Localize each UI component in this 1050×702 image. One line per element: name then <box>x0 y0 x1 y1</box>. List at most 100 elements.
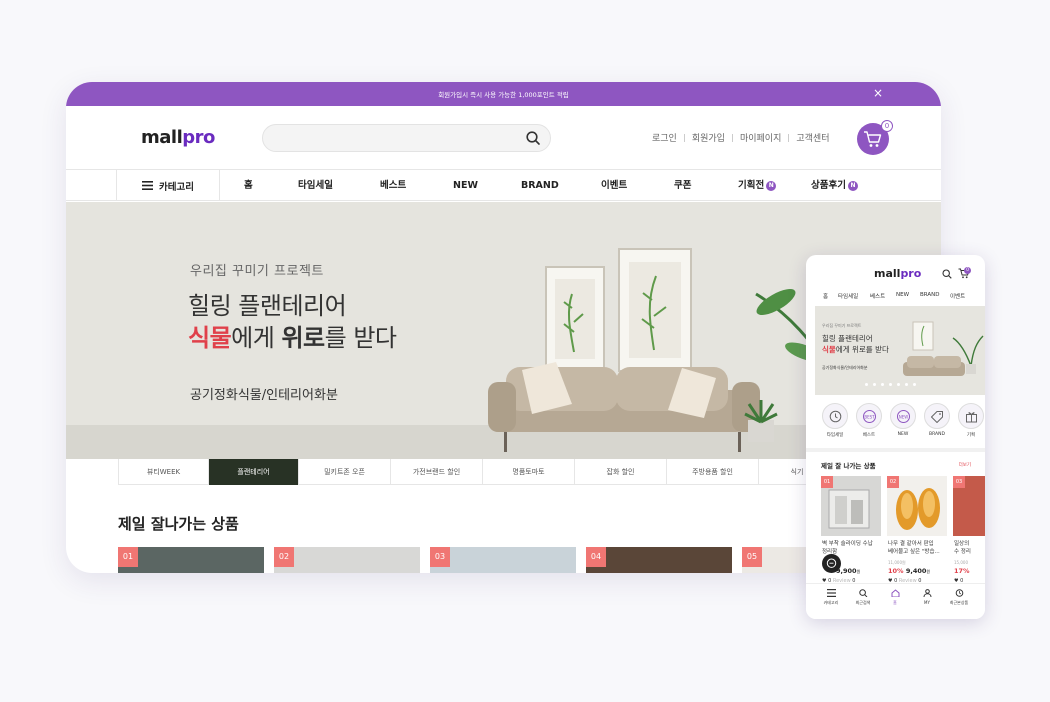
mnav-event[interactable]: 이벤트 <box>950 292 965 300</box>
mobile-product-card[interactable]: 02 <box>887 476 947 536</box>
mnav-timesale[interactable]: 타임세일 <box>838 292 858 300</box>
mypage-link[interactable]: 마이페이지 <box>740 131 781 144</box>
search-icon[interactable] <box>525 130 541 146</box>
bottom-tab-search[interactable]: 최근검색 <box>850 589 876 606</box>
best-icon: BEST <box>863 410 876 423</box>
mobile-product-card[interactable]: 01 <box>821 476 881 536</box>
hero-description: 공기정화식물/인테리어화분 <box>190 388 338 403</box>
svg-text:NEW: NEW <box>899 414 909 419</box>
gift-icon <box>966 412 977 423</box>
mcat-timesale[interactable] <box>822 403 848 429</box>
nav-best[interactable]: 베스트 <box>380 170 406 201</box>
mhero-title-line2: 식물에게 위로를 받다 <box>822 345 889 354</box>
tab-goods-sale[interactable]: 잡화 할인 <box>574 459 666 485</box>
tag-icon <box>931 411 943 423</box>
mnav-best[interactable]: 베스트 <box>870 292 885 300</box>
bottom-tab-recent[interactable]: 최근본상품 <box>946 589 972 606</box>
rank-badge: 01 <box>118 547 138 567</box>
new-badge: N <box>766 181 777 191</box>
category-menu-button[interactable]: 카테고리 <box>116 170 220 201</box>
tab-planterior[interactable]: 플랜테리어 <box>208 459 298 485</box>
rank-badge: 02 <box>274 547 294 567</box>
cart-icon <box>864 131 882 147</box>
nav-home[interactable]: 홈 <box>244 170 253 201</box>
tab-appliance-sale[interactable]: 가전브랜드 할인 <box>390 459 482 485</box>
bottom-tab-my[interactable]: MY <box>914 589 940 605</box>
top-notice-bar: 회원가입시 즉시 사용 가능한 1,000포인트 적립 × <box>66 82 941 106</box>
hero-title-line2: 식물에게 위로를 받다 <box>188 324 397 352</box>
tab-mealkit[interactable]: 밀키트존 오픈 <box>298 459 390 485</box>
rank-badge: 05 <box>742 547 762 567</box>
nav-special[interactable]: 기획전 N <box>738 170 777 201</box>
rank-badge: 04 <box>586 547 606 567</box>
product-card[interactable]: 02 <box>274 547 420 573</box>
mcat-brand[interactable] <box>924 403 950 429</box>
site-header: mallpro 로그인 회원가입 마이페이지 고객센터 0 <box>66 106 941 170</box>
more-link[interactable]: 더보기 <box>959 462 971 468</box>
mcat-label: 기획 <box>966 433 976 438</box>
mobile-bottom-bar: 카테고리 최근검색 홈 MY 최근본상품 <box>806 583 985 619</box>
mcat-label: 베스트 <box>862 433 876 438</box>
cart-button[interactable]: 0 <box>857 120 893 155</box>
mobile-cart-badge: 0 <box>964 267 971 274</box>
mhero-image <box>903 321 984 376</box>
tab-tomato[interactable]: 명품토마토 <box>482 459 574 485</box>
mproduct-original-price: 11,000원 <box>888 560 906 565</box>
mobile-product-card[interactable]: 03 <box>953 476 985 536</box>
product-image <box>896 488 940 530</box>
mcat-best[interactable]: BEST <box>856 403 882 429</box>
main-nav: 카테고리 홈 타임세일 베스트 NEW BRAND 이벤트 쿠폰 기획전 N 상품… <box>66 170 941 201</box>
mcat-special[interactable] <box>958 403 984 429</box>
best-section-title: 제일 잘나가는 상품 <box>118 515 239 533</box>
rank-badge: 03 <box>430 547 450 567</box>
tab-beauty-week[interactable]: 뷰티WEEK <box>118 459 208 485</box>
mnav-home[interactable]: 홈 <box>823 292 828 300</box>
join-link[interactable]: 회원가입 <box>692 131 725 144</box>
mcat-label: BRAND <box>929 432 945 437</box>
nav-reviews[interactable]: 상품후기 N <box>811 170 858 201</box>
search-icon <box>858 589 867 597</box>
product-card[interactable]: 04 <box>586 547 732 573</box>
notice-text: 회원가입시 즉시 사용 가능한 1,000포인트 적립 <box>438 91 569 99</box>
nav-new[interactable]: NEW <box>453 170 478 201</box>
product-card[interactable]: 01 <box>118 547 264 573</box>
hamburger-icon <box>142 181 154 190</box>
svg-text:BEST: BEST <box>864 414 875 419</box>
utility-links: 로그인 회원가입 마이페이지 고객센터 <box>652 131 830 144</box>
mcat-label: 타임세일 <box>826 433 844 438</box>
nav-coupon[interactable]: 쿠폰 <box>674 170 691 201</box>
chat-button[interactable] <box>822 554 841 573</box>
mhero-description: 공기정화식물/인테리어화분 <box>822 365 868 370</box>
nav-event[interactable]: 이벤트 <box>601 170 627 201</box>
product-card[interactable]: 03 <box>430 547 576 573</box>
new-badge: N <box>847 181 858 191</box>
bottom-tab-category[interactable]: 카테고리 <box>818 589 844 606</box>
mobile-hero-banner[interactable]: 우리집 꾸미기 프로젝트 힐링 플랜테리어 식물에게 위로를 받다 공기정화식물… <box>815 306 985 395</box>
search-input[interactable] <box>262 124 551 152</box>
rank-badge: 03 <box>953 476 965 488</box>
customer-center-link[interactable]: 고객센터 <box>796 131 829 144</box>
nav-timesale[interactable]: 타임세일 <box>298 170 333 201</box>
cart-count-badge: 0 <box>881 120 893 132</box>
mnav-new[interactable]: NEW <box>896 292 909 298</box>
clock-icon <box>955 589 963 597</box>
logo[interactable]: mallpro <box>141 127 215 148</box>
mhero-subtitle: 우리집 꾸미기 프로젝트 <box>822 323 862 328</box>
clock-icon <box>829 410 842 423</box>
carousel-dots[interactable] <box>865 383 916 386</box>
tab-kitchen-sale[interactable]: 주방용품 할인 <box>666 459 758 485</box>
nav-brand[interactable]: BRAND <box>521 170 559 201</box>
hero-subtitle: 우리집 꾸미기 프로젝트 <box>190 264 324 279</box>
user-icon <box>923 589 931 597</box>
mobile-best-title: 제일 잘 나가는 상품 <box>821 462 876 470</box>
mobile-screen: mallpro 0 홈 타임세일 베스트 NEW BRAND 이벤트 우리집 꾸… <box>806 255 985 619</box>
mnav-brand[interactable]: BRAND <box>920 292 939 298</box>
mobile-search-icon[interactable] <box>942 269 952 279</box>
close-notice-button[interactable]: × <box>873 86 883 100</box>
mobile-logo[interactable]: mallpro <box>874 267 921 280</box>
mcat-new[interactable]: NEW <box>890 403 916 429</box>
hero-title-line1: 힐링 플랜테리어 <box>188 292 347 320</box>
bottom-tab-home[interactable]: 홈 <box>882 589 908 606</box>
mproduct-price: 17% <box>954 567 970 575</box>
login-link[interactable]: 로그인 <box>652 131 677 144</box>
